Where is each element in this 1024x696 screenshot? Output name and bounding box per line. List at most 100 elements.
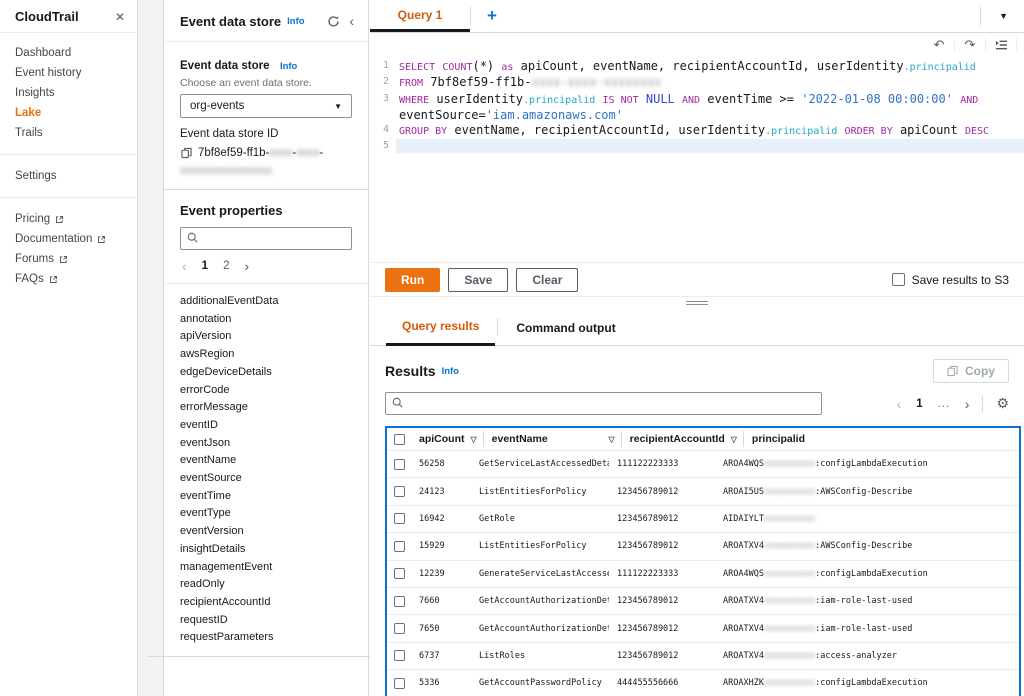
refresh-icon[interactable] [323,15,343,28]
cell-recipientaccountid: 123456789012 [609,514,715,524]
event-property-item[interactable]: eventName [164,452,368,470]
pagination-next-icon[interactable]: › [244,259,249,273]
save-button[interactable]: Save [448,268,508,292]
event-property-item[interactable]: insightDetails [164,541,368,559]
sidebar-item-forums[interactable]: Forums [0,249,137,269]
column-header-label: principalid [752,433,805,445]
cell-eventname: GetAccountAuthorizationDeta... [471,624,609,634]
sidebar-item-documentation[interactable]: Documentation [0,229,137,249]
cell-eventname: GenerateServiceLastAccessed... [471,569,609,579]
sidebar-item-dashboard[interactable]: Dashboard [0,43,137,63]
pagination-prev-icon[interactable]: ‹ [897,397,902,411]
row-checkbox[interactable] [394,678,405,689]
sidebar-item-insights[interactable]: Insights [0,83,137,103]
tab-command-output[interactable]: Command output [500,321,631,345]
sidebar-item-label: Trails [15,123,43,143]
results-title: Results [385,363,436,379]
row-checkbox[interactable] [394,568,405,579]
results-controls: ‹1...› ⚙ [385,392,1009,415]
sidebar-divider [0,197,137,198]
store-field-info-link[interactable]: Info [280,61,297,72]
row-checkbox[interactable] [394,650,405,661]
pagination-next-icon[interactable]: › [965,397,970,411]
event-property-item[interactable]: eventVersion [164,523,368,541]
drag-handle[interactable] [686,299,708,307]
cell-apicount: 24123 [411,487,471,497]
event-property-item[interactable]: requestParameters [164,629,368,647]
principal-prefix: AROA4WQS [723,569,764,579]
redo-icon[interactable]: ↷ [958,38,982,51]
principal-redacted: xxxxxxxxxx [764,569,815,579]
undo-icon[interactable]: ↶ [927,38,951,51]
event-property-item[interactable]: eventTime [164,488,368,506]
row-checkbox[interactable] [394,486,405,497]
results-table-body: 56258GetServiceLastAccessedDetails111122… [387,451,1019,696]
event-property-item[interactable]: readOnly [164,576,368,594]
add-query-tab-button[interactable]: + [471,0,513,32]
event-property-item[interactable]: eventSource [164,470,368,488]
save-results-s3-checkbox[interactable] [892,273,905,286]
event-property-item[interactable]: requestID [164,612,368,630]
gear-icon[interactable]: ⚙ [996,395,1009,412]
select-all-checkbox[interactable] [394,434,405,445]
pagination-prev-icon[interactable]: ‹ [182,259,187,273]
row-checkbox[interactable] [394,459,405,470]
event-properties-title: Event properties [180,203,352,218]
copy-results-button[interactable]: Copy [933,359,1009,383]
redacted-id-part: xxxx [296,147,319,159]
format-sql-icon[interactable] [989,39,1013,51]
tab-overflow-caret-icon[interactable]: ▼ [993,7,1014,25]
sidebar-item-trails[interactable]: Trails [0,123,137,143]
cell-recipientaccountid: 444455556666 [609,678,715,688]
sort-icon[interactable]: ▽ [603,435,615,444]
sidebar-item-event-history[interactable]: Event history [0,63,137,83]
sort-icon[interactable]: ▽ [725,435,737,444]
principal-suffix: :AWSConfig-Describe [815,541,912,551]
event-property-item[interactable]: errorCode [164,382,368,400]
event-property-item[interactable]: eventJson [164,435,368,453]
copy-icon[interactable] [180,147,192,159]
code-line: 5 [370,139,1024,153]
table-row: 5336GetAccountPasswordPolicy444455556666… [387,670,1019,696]
sidebar-item-pricing[interactable]: Pricing [0,209,137,229]
run-button[interactable]: Run [385,268,440,292]
panel-title: Event data store [180,14,281,29]
panel-info-link[interactable]: Info [287,16,304,27]
pagination-page-2[interactable]: 2 [223,260,229,272]
properties-search-input[interactable] [180,227,352,250]
event-property-item[interactable]: additionalEventData [164,293,368,311]
row-checkbox[interactable] [394,513,405,524]
sql-editor[interactable]: 1SELECT COUNT(*) as apiCount, eventName,… [370,56,1024,262]
sidebar-item-settings[interactable]: Settings [0,166,137,186]
event-property-item[interactable]: eventID [164,417,368,435]
row-checkbox[interactable] [394,623,405,634]
event-property-item[interactable]: apiVersion [164,328,368,346]
event-property-item[interactable]: eventType [164,505,368,523]
event-property-item[interactable]: edgeDeviceDetails [164,364,368,382]
pagination-page-1[interactable]: 1 [916,398,922,410]
cell-recipientaccountid: 111122223333 [609,459,715,469]
tab-query-results[interactable]: Query results [386,319,495,346]
results-info-link[interactable]: Info [442,366,459,377]
event-property-item[interactable]: errorMessage [164,399,368,417]
external-link-icon [59,255,68,264]
sidebar-item-faqs[interactable]: FAQs [0,269,137,289]
sidebar-item-label: Dashboard [15,43,71,63]
pagination-page-1[interactable]: 1 [202,260,208,272]
results-search-input[interactable] [385,392,822,415]
sidebar-item-lake[interactable]: Lake [0,103,137,123]
event-property-item[interactable]: managementEvent [164,559,368,577]
row-checkbox[interactable] [394,596,405,607]
sidebar-item-label: Lake [15,103,41,123]
tab-query-1[interactable]: Query 1 [370,0,470,32]
row-checkbox[interactable] [394,541,405,552]
event-data-store-select[interactable]: org-events ▼ [180,94,352,118]
event-property-item[interactable]: annotation [164,311,368,329]
store-id-text: 7bf8ef59-ff1b-xxxx-xxxx- [198,147,323,159]
close-icon[interactable]: ✕ [115,10,125,24]
event-property-item[interactable]: awsRegion [164,346,368,364]
clear-button[interactable]: Clear [516,268,578,292]
sort-icon[interactable]: ▽ [465,435,477,444]
event-property-item[interactable]: recipientAccountId [164,594,368,612]
collapse-panel-icon[interactable]: ‹ [349,13,354,29]
